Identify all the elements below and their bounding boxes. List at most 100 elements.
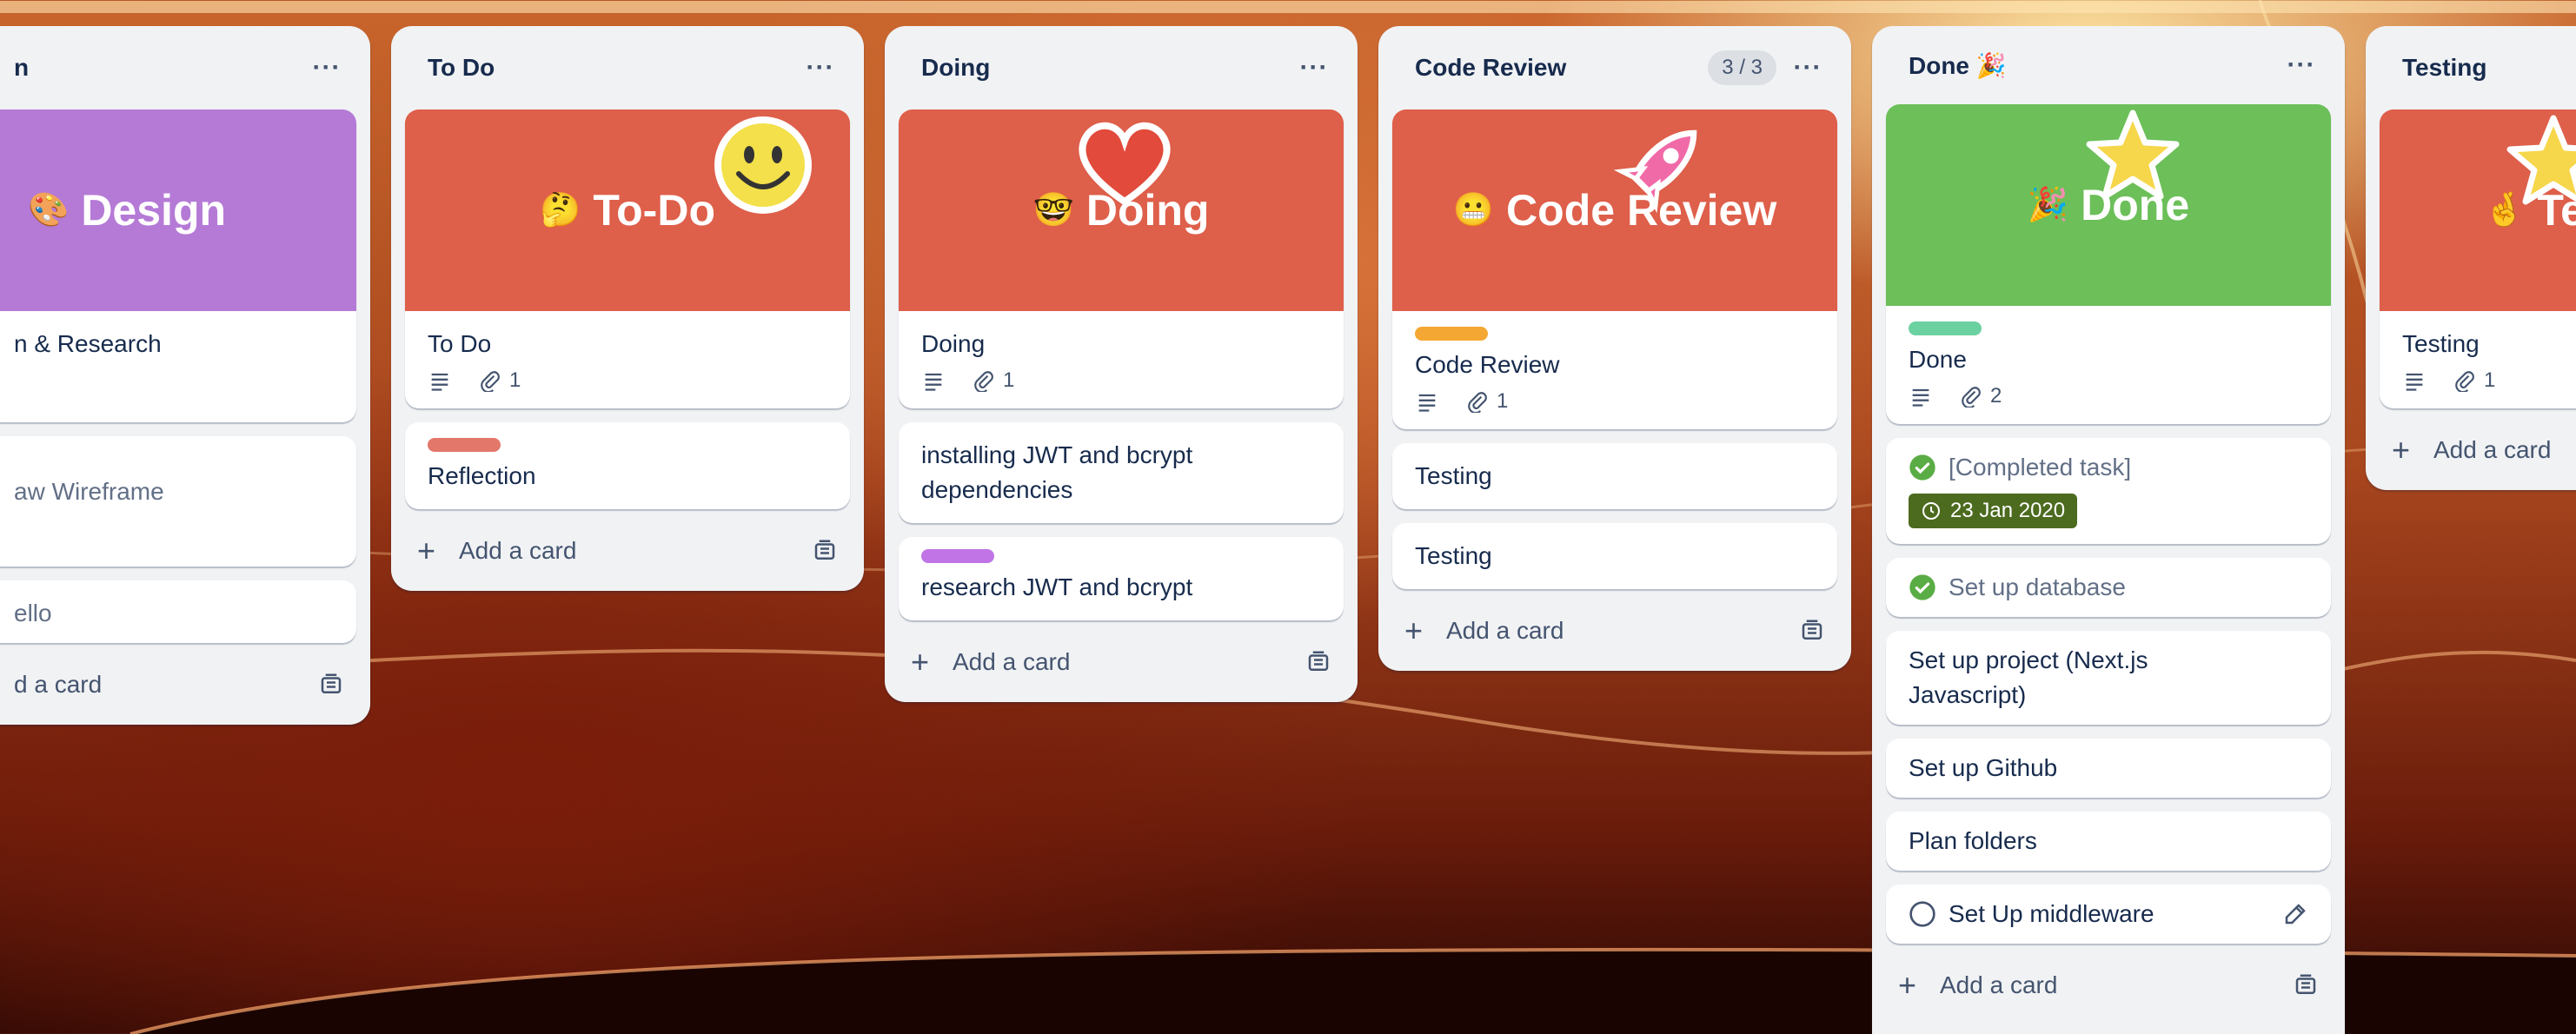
- card-title: Doing: [921, 330, 986, 357]
- due-date-text: 23 Jan 2020: [1950, 499, 2066, 522]
- list-title: Code Review: [1415, 54, 1567, 81]
- label-bar-orange: [1415, 327, 1488, 341]
- card-title: Set Up middleware: [1949, 900, 2154, 927]
- card-setup-middleware[interactable]: Set Up middleware: [1886, 885, 2331, 944]
- card-testing-cover[interactable]: 🤞 Te Testing 1: [2380, 109, 2576, 408]
- add-card-button[interactable]: + Add a card: [405, 523, 850, 579]
- card-badges: 2: [1909, 384, 2308, 408]
- attachment-count: 2: [1990, 384, 2002, 408]
- attachment-badge: 1: [478, 368, 521, 393]
- list-header: Testing: [2380, 26, 2576, 109]
- card-cover: 🎉 Done: [1886, 104, 2331, 306]
- card-title: ello: [14, 600, 52, 626]
- party-popper-icon: 🎉: [2027, 187, 2069, 223]
- card-body: Set up database: [1886, 558, 2331, 617]
- thinking-icon: 🤔: [539, 192, 581, 229]
- list-menu-icon[interactable]: ···: [1295, 53, 1333, 83]
- add-card-label: Add a card: [2433, 436, 2552, 463]
- template-icon[interactable]: [318, 672, 344, 698]
- attachment-badge: 1: [2453, 368, 2495, 393]
- card-code-review-cover[interactable]: 😬 Code Review Code Review 1: [1392, 109, 1837, 429]
- card-install-jwt[interactable]: installing JWT and bcrypt dependencies: [899, 422, 1344, 523]
- card-cover: 🤞 Te: [2380, 109, 2576, 311]
- check-circle-icon[interactable]: [1909, 573, 1936, 601]
- list-todo: To Do ··· 🤔 To-Do To Do 1 Reflection + A…: [391, 26, 864, 591]
- label-bar-purple: [921, 549, 994, 563]
- attachment-count: 1: [509, 368, 521, 392]
- card-title: Code Review: [1415, 351, 1560, 378]
- palette-icon: 🎨: [28, 192, 70, 229]
- template-icon[interactable]: [1799, 618, 1825, 644]
- card-body: Doing 1: [899, 311, 1344, 408]
- plus-icon: +: [1404, 613, 1424, 648]
- card-setup-github[interactable]: Set up Github: [1886, 739, 2331, 798]
- cover-title: To-Do: [593, 186, 715, 235]
- card-doing-cover[interactable]: 🤓 Doing Doing 1: [899, 109, 1344, 408]
- card-body: Code Review 1: [1392, 311, 1837, 429]
- circle-icon[interactable]: [1909, 900, 1936, 928]
- add-card-button[interactable]: + Add a card: [1886, 958, 2331, 1013]
- card-body: [Completed task] 23 Jan 2020: [1886, 438, 2331, 544]
- card-testing[interactable]: Testing: [1392, 443, 1837, 509]
- template-icon[interactable]: [1305, 649, 1331, 675]
- card-plan-folders[interactable]: Plan folders: [1886, 812, 2331, 871]
- check-circle-icon[interactable]: [1909, 454, 1936, 481]
- card-body: Done 2: [1886, 306, 2331, 424]
- add-card-button[interactable]: + Add a card: [2380, 422, 2576, 478]
- list-menu-icon[interactable]: ···: [308, 53, 346, 83]
- attachment-badge: 1: [1465, 389, 1508, 414]
- list-header: To Do ···: [405, 26, 850, 109]
- card-design-cover[interactable]: 🎨 Design n & Research: [0, 109, 356, 422]
- due-date-badge[interactable]: 23 Jan 2020: [1909, 494, 2078, 528]
- paperclip-icon: [974, 371, 993, 392]
- card-badges: 1: [1415, 389, 1815, 414]
- card-testing[interactable]: Testing: [1392, 523, 1837, 589]
- attachment-count: 1: [1497, 389, 1509, 413]
- cover-title: Doing: [1086, 186, 1210, 235]
- card-badges: 1: [921, 368, 1321, 393]
- check-row: Set up database: [1909, 570, 2308, 605]
- card-reflection[interactable]: Reflection: [405, 422, 850, 509]
- cover-text: 🎨 Design: [28, 185, 226, 235]
- template-icon[interactable]: [2293, 972, 2319, 998]
- list-menu-icon[interactable]: ···: [1789, 53, 1827, 83]
- list-menu-icon[interactable]: ···: [2282, 50, 2320, 80]
- star-sticker-icon: [2086, 109, 2180, 200]
- card-setup-project[interactable]: Set up project (Next.js Javascript): [1886, 631, 2331, 725]
- card-title: n & Research: [14, 330, 162, 357]
- add-card-button[interactable]: + Add a card: [899, 634, 1344, 690]
- cover-text: 🤔 To-Do: [540, 185, 715, 235]
- card-completed-task[interactable]: [Completed task] 23 Jan 2020: [1886, 438, 2331, 544]
- card-title: Set up database: [1949, 573, 2126, 600]
- card-body: Testing: [1392, 523, 1837, 589]
- card-hello[interactable]: ello: [0, 580, 356, 643]
- cover-title: Design: [81, 186, 227, 235]
- card-body: Set Up middleware: [1886, 885, 2331, 944]
- card-title: [Completed task]: [1949, 454, 2132, 481]
- add-card-button[interactable]: d a card: [0, 657, 356, 713]
- edit-icon[interactable]: [2282, 901, 2308, 927]
- card-title: installing JWT and bcrypt dependencies: [921, 441, 1193, 503]
- list-title: Done 🎉: [1909, 51, 2007, 79]
- add-card-button[interactable]: + Add a card: [1392, 603, 1837, 659]
- check-row: Set Up middleware: [1909, 897, 2282, 931]
- list-menu-icon[interactable]: ···: [801, 53, 840, 83]
- card-limit-badge: 3 / 3: [1708, 50, 1776, 85]
- card-todo-cover[interactable]: 🤔 To-Do To Do 1: [405, 109, 850, 408]
- card-wireframe[interactable]: aw Wireframe: [0, 436, 356, 567]
- card-body: Set up project (Next.js Javascript): [1886, 631, 2331, 725]
- card-research-jwt[interactable]: research JWT and bcrypt: [899, 537, 1344, 620]
- card-setup-database[interactable]: Set up database: [1886, 558, 2331, 617]
- list-code-review: Code Review 3 / 3 ··· 😬 Code Review Code…: [1378, 26, 1851, 671]
- card-done-cover[interactable]: 🎉 Done Done 2: [1886, 104, 2331, 424]
- card-title: Set up project (Next.js Javascript): [1909, 646, 2148, 708]
- template-icon[interactable]: [812, 538, 838, 564]
- rocket-sticker-icon: [1613, 129, 1697, 214]
- list-header: Done 🎉 ···: [1886, 26, 2331, 104]
- check-row: [Completed task]: [1909, 450, 2308, 485]
- description-icon: [1418, 394, 1436, 412]
- card-body: ello: [0, 580, 356, 643]
- card-body: n & Research: [0, 311, 356, 422]
- star-sticker-icon: [2506, 115, 2576, 205]
- card-title: Reflection: [428, 462, 536, 489]
